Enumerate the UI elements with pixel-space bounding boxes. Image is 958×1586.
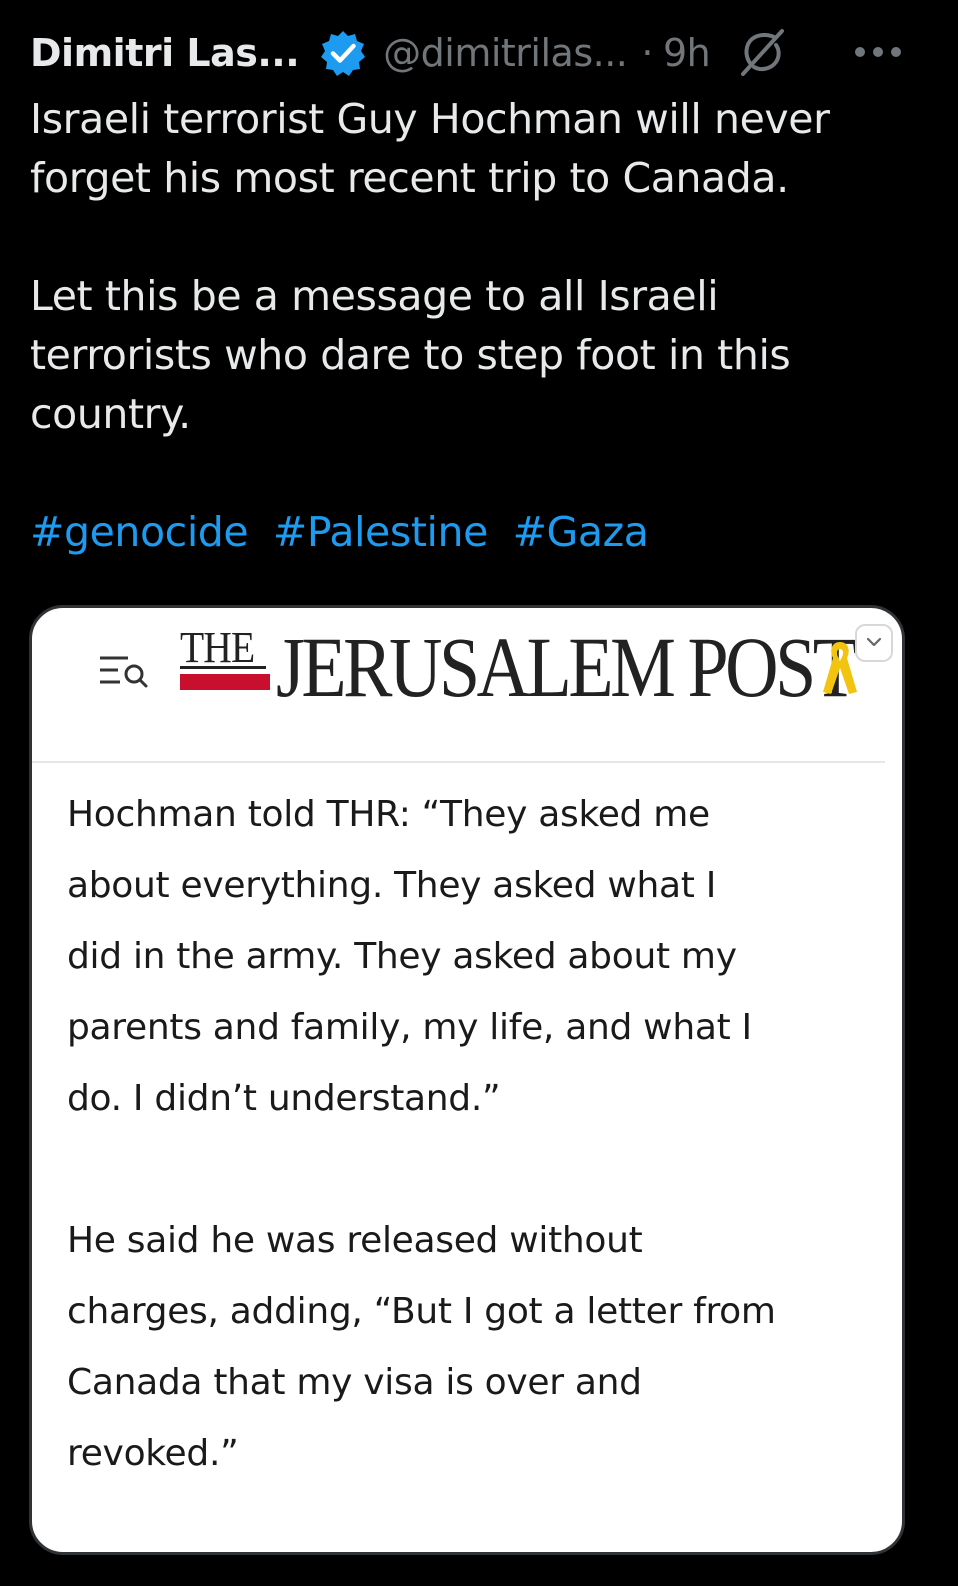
tweet-text-line: country. <box>30 390 191 438</box>
article-line: He said he was released without <box>67 1220 643 1261</box>
menu-search-icon <box>98 650 152 690</box>
grok-icon[interactable] <box>734 25 790 81</box>
article-line: charges, adding, “But I got a letter fro… <box>67 1291 776 1332</box>
publication-header: THE JERUSALEM POST <box>32 608 902 763</box>
hashtag-palestine[interactable]: #Palestine <box>273 508 488 556</box>
logo-the-text: THE <box>180 623 255 672</box>
attached-image[interactable]: THE JERUSALEM POST Hochman told THR: “Th… <box>29 605 905 1555</box>
hashtag-genocide[interactable]: #genocide <box>30 508 249 556</box>
tweet-text-blank-line <box>30 208 910 267</box>
tweet-text-blank-line <box>30 444 910 503</box>
header-divider <box>32 761 885 763</box>
logo-red-bar <box>180 674 270 690</box>
separator-dot: · <box>641 31 653 75</box>
verified-badge-icon[interactable] <box>319 29 367 77</box>
tweet-timestamp[interactable]: 9h <box>663 31 711 75</box>
article-excerpt: Hochman told THR: “They asked me about e… <box>67 779 887 1489</box>
logo-the-block: THE <box>180 622 270 692</box>
tweet-text-line: Let this be a message to all Israeli <box>30 272 719 320</box>
article-blank-line <box>67 1134 887 1205</box>
tweet-text-line: forget his most recent trip to Canada. <box>30 154 789 202</box>
article-line: Canada that my visa is over and <box>67 1362 642 1403</box>
article-line: revoked.” <box>67 1433 239 1474</box>
hashtag-list: #genocide #Palestine #Gaza <box>30 503 910 562</box>
more-options-icon[interactable] <box>846 24 910 80</box>
jerusalem-post-logo: THE JERUSALEM POST <box>180 619 902 715</box>
article-line: parents and family, my life, and what I <box>67 1007 752 1048</box>
tweet-header: Dimitri Las... @dimitrilas... · 9h <box>30 22 790 84</box>
tweet[interactable]: Dimitri Las... @dimitrilas... · 9h Israe… <box>0 0 958 1586</box>
article-line: Hochman told THR: “They asked me <box>67 794 710 835</box>
article-line: about everything. They asked what I <box>67 865 717 906</box>
author-display-name[interactable]: Dimitri Las... <box>30 31 300 75</box>
article-line: do. I didn’t understand.” <box>67 1078 501 1119</box>
tweet-text-line: Israeli terrorist Guy Hochman will never <box>30 95 830 143</box>
logo-name-text: JERUSALEM POST <box>276 619 858 715</box>
logo-underline <box>180 666 266 669</box>
article-line: did in the army. They asked about my <box>67 936 737 977</box>
author-handle[interactable]: @dimitrilas... <box>383 31 628 75</box>
tweet-text: Israeli terrorist Guy Hochman will never… <box>30 90 910 562</box>
tweet-text-line: terrorists who dare to step foot in this <box>30 331 791 379</box>
dropdown-button <box>855 624 893 662</box>
hashtag-gaza[interactable]: #Gaza <box>513 508 649 556</box>
